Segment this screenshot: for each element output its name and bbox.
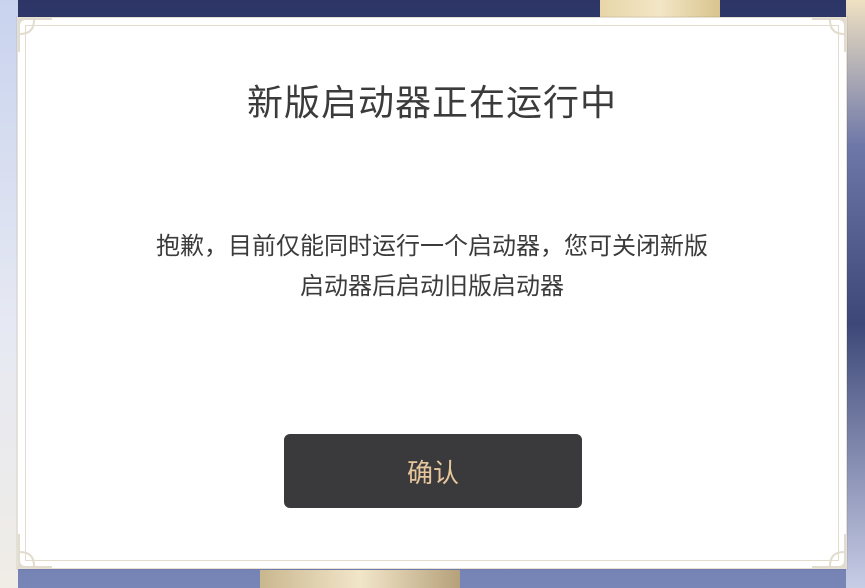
dialog-title: 新版启动器正在运行中 [246, 83, 617, 124]
dialog-message: 抱歉，目前仅能同时运行一个启动器，您可关闭新版 启动器后启动旧版启动器 [78, 226, 786, 306]
background-right-art [846, 0, 865, 588]
background-top-art [600, 0, 720, 18]
dialog-message-line-1: 抱歉，目前仅能同时运行一个启动器，您可关闭新版 [156, 232, 708, 260]
dialog-message-line-2: 启动器后启动旧版启动器 [300, 272, 564, 300]
launcher-running-dialog: 新版启动器正在运行中 抱歉，目前仅能同时运行一个启动器，您可关闭新版 启动器后启… [17, 17, 847, 569]
corner-ornament-icon [812, 534, 846, 568]
confirm-button[interactable]: 确认 [284, 434, 582, 508]
background-bottom-art [260, 570, 460, 588]
corner-ornament-icon [812, 18, 846, 52]
corner-ornament-icon [18, 18, 52, 52]
corner-ornament-icon [18, 534, 52, 568]
background-left-art [0, 0, 18, 588]
